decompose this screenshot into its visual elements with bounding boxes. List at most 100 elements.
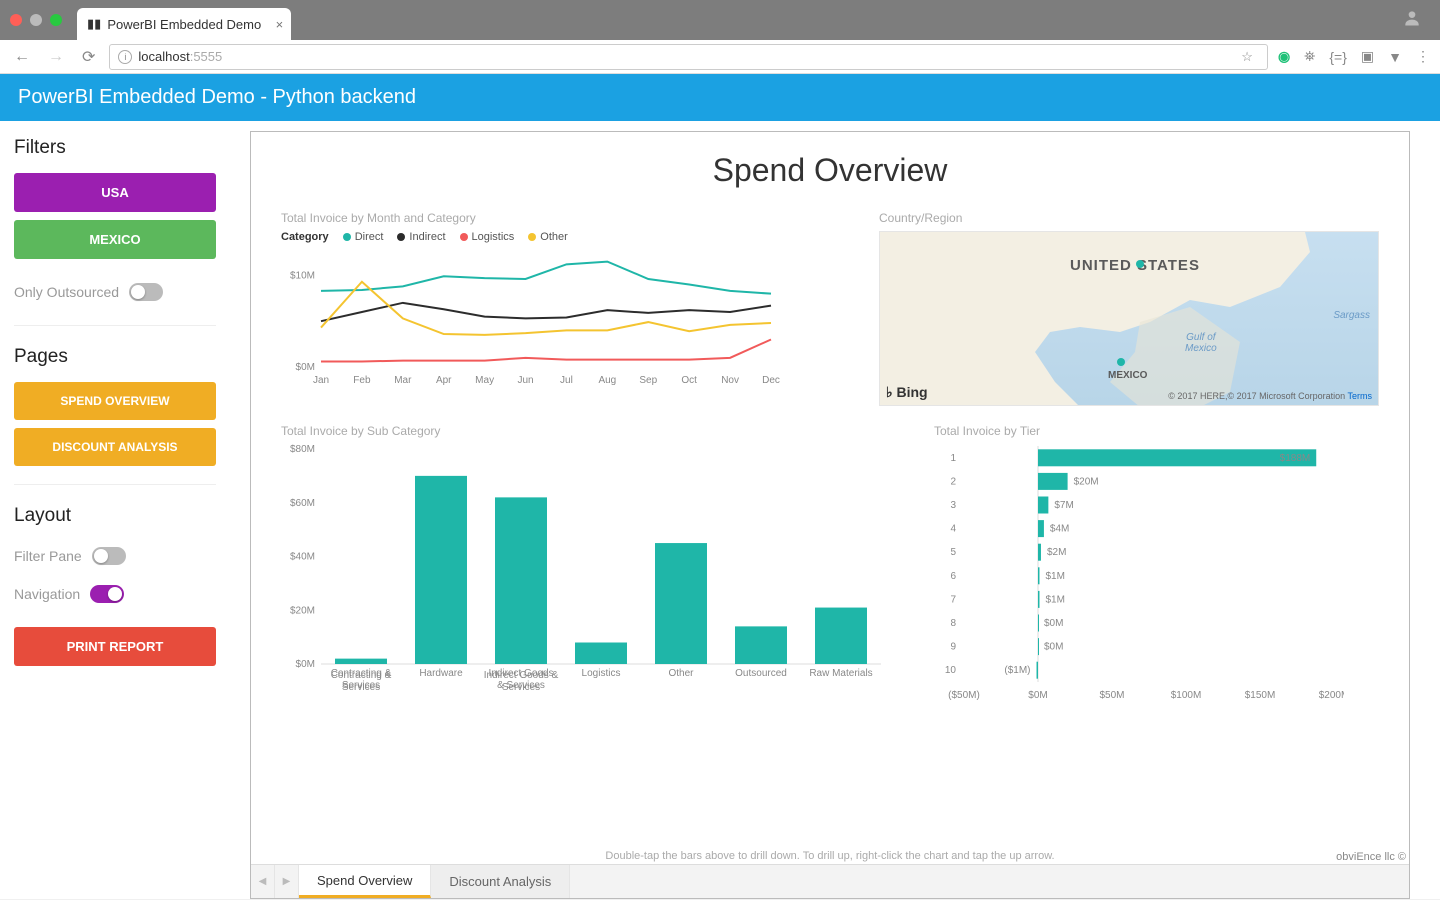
svg-text:Jun: Jun: [517, 375, 533, 386]
toggle-navigation[interactable]: [90, 585, 124, 603]
toggle-outsourced[interactable]: [129, 283, 163, 301]
svg-text:$1M: $1M: [1045, 571, 1064, 582]
svg-text:$200M: $200M: [1319, 690, 1344, 701]
ext-icon-2[interactable]: ▣: [1361, 48, 1374, 65]
close-window-icon[interactable]: [10, 14, 22, 26]
svg-text:1: 1: [950, 453, 956, 464]
report-tabs: ◀ ▶ Spend Overview Discount Analysis: [251, 864, 1409, 898]
svg-text:4: 4: [950, 524, 956, 535]
print-report-button[interactable]: PRINT REPORT: [14, 627, 216, 666]
map-visual[interactable]: Country/Region UNITED STATES MEXICO Sarg…: [879, 211, 1379, 406]
minimize-window-icon[interactable]: [30, 14, 42, 26]
toggle-filterpane[interactable]: [92, 547, 126, 565]
map-terms-link[interactable]: Terms: [1348, 391, 1373, 401]
svg-text:5: 5: [950, 547, 956, 558]
map-box[interactable]: UNITED STATES MEXICO Sargass Gulf of Mex…: [879, 231, 1379, 406]
url-port: :5555: [190, 49, 223, 64]
line-chart-title: Total Invoice by Month and Category: [281, 211, 849, 225]
pages-heading: Pages: [14, 346, 216, 368]
filter-usa-button[interactable]: USA: [14, 173, 216, 212]
maximize-window-icon[interactable]: [50, 14, 62, 26]
svg-text:Jul: Jul: [560, 375, 573, 386]
svg-text:6: 6: [950, 571, 956, 582]
toggle-filterpane-label: Filter Pane: [14, 548, 82, 564]
user-icon[interactable]: [1402, 8, 1422, 33]
svg-text:3: 3: [950, 500, 956, 511]
filter-mexico-button[interactable]: MEXICO: [14, 220, 216, 259]
svg-text:$80M: $80M: [290, 444, 315, 455]
page-banner: PowerBI Embedded Demo - Python backend: [0, 74, 1440, 121]
svg-text:Logistics: Logistics: [582, 668, 621, 679]
map-label-gulf: Gulf of Mexico: [1185, 332, 1217, 354]
info-icon[interactable]: i: [118, 50, 132, 64]
bookmark-star-icon[interactable]: ☆: [1241, 49, 1253, 65]
layout-heading: Layout: [14, 505, 216, 527]
svg-text:$0M: $0M: [1044, 618, 1063, 629]
map-attribution: © 2017 HERE,© 2017 Microsoft Corporation…: [1168, 391, 1372, 401]
svg-text:$1M: $1M: [1045, 594, 1064, 605]
svg-text:($1M): ($1M): [1004, 665, 1030, 676]
address-bar: ← → ⟳ i localhost:5555 ☆ ◉ ⛯ {=} ▣ ▼ ⋮: [0, 40, 1440, 74]
svg-text:Outsourced: Outsourced: [735, 668, 787, 679]
legend-label: Category: [281, 231, 329, 243]
url-input[interactable]: i localhost:5555 ☆: [109, 44, 1268, 70]
line-chart[interactable]: Total Invoice by Month and Category Cate…: [281, 211, 849, 406]
reload-icon[interactable]: ⟳: [78, 45, 99, 69]
svg-text:Jan: Jan: [313, 375, 329, 386]
tab-spend-overview[interactable]: Spend Overview: [299, 865, 431, 898]
powerbi-icon: ▮▮: [87, 16, 101, 32]
tab-discount-analysis[interactable]: Discount Analysis: [431, 865, 570, 898]
close-tab-icon[interactable]: ×: [276, 17, 284, 32]
legend-item[interactable]: Indirect: [397, 231, 445, 243]
browser-tab[interactable]: ▮▮ PowerBI Embedded Demo ×: [77, 8, 291, 40]
ext-icon-3[interactable]: ▼: [1388, 49, 1402, 65]
browser-tab-bar: ▮▮ PowerBI Embedded Demo ×: [0, 0, 1440, 40]
grammarly-icon[interactable]: ◉: [1278, 48, 1290, 65]
map-label-sargasso: Sargass: [1333, 310, 1370, 321]
divider: [14, 484, 216, 485]
url-host: localhost: [138, 49, 189, 64]
legend-item[interactable]: Logistics: [460, 231, 515, 243]
map-point-mexico[interactable]: [1117, 358, 1125, 366]
line-chart-legend: Category Direct Indirect Logistics Other: [281, 231, 849, 243]
copyright: obviEnce llc ©: [1336, 851, 1406, 863]
svg-text:10: 10: [945, 665, 957, 676]
svg-text:Contracting &: Contracting &: [331, 668, 392, 679]
svg-text:2: 2: [950, 476, 956, 487]
bar-chart-title: Total Invoice by Sub Category: [281, 424, 904, 438]
tab-next-icon[interactable]: ▶: [275, 865, 299, 898]
tier-chart-title: Total Invoice by Tier: [934, 424, 1379, 438]
filters-heading: Filters: [14, 137, 216, 159]
toggle-outsourced-row: Only Outsourced: [14, 277, 216, 307]
menu-icon[interactable]: ⋮: [1416, 48, 1430, 65]
bar-chart[interactable]: Total Invoice by Sub Category $0M$20M$40…: [281, 424, 904, 709]
forward-icon: →: [44, 46, 68, 68]
back-icon[interactable]: ←: [10, 46, 34, 68]
toggle-navigation-label: Navigation: [14, 586, 80, 602]
tier-chart-svg: 1$188M2$20M3$7M4$4M5$2M6$1M7$1M8$0M9$0M1…: [934, 444, 1344, 704]
banner-title: PowerBI Embedded Demo - Python backend: [18, 86, 416, 108]
shield-icon[interactable]: ⛯: [1304, 48, 1315, 65]
legend-item[interactable]: Other: [528, 231, 568, 243]
svg-text:$50M: $50M: [1099, 690, 1124, 701]
tier-chart[interactable]: Total Invoice by Tier 1$188M2$20M3$7M4$4…: [934, 424, 1379, 709]
line-chart-svg: $0M$10MJanFebMarAprMayJunJulAugSepOctNov…: [281, 249, 781, 389]
ext-icon-1[interactable]: {=}: [1329, 49, 1347, 65]
page-discount-analysis-button[interactable]: DISCOUNT ANALYSIS: [14, 428, 216, 466]
report-title: Spend Overview: [281, 152, 1379, 189]
drill-hint: Double-tap the bars above to drill down.…: [251, 850, 1409, 862]
svg-text:$7M: $7M: [1054, 500, 1073, 511]
svg-text:$0M: $0M: [296, 659, 315, 670]
page-spend-overview-button[interactable]: SPEND OVERVIEW: [14, 382, 216, 420]
svg-text:May: May: [475, 375, 494, 386]
svg-text:8: 8: [950, 618, 956, 629]
svg-text:Oct: Oct: [681, 375, 697, 386]
map-point-us[interactable]: [1136, 260, 1144, 268]
svg-text:$0M: $0M: [1044, 642, 1063, 653]
legend-item[interactable]: Direct: [343, 231, 384, 243]
tab-prev-icon[interactable]: ◀: [251, 865, 275, 898]
sidebar: Filters USA MEXICO Only Outsourced Pages…: [0, 121, 230, 899]
svg-text:Services: Services: [342, 680, 380, 691]
divider: [14, 325, 216, 326]
svg-text:Indirect Goods: Indirect Goods: [488, 668, 553, 679]
